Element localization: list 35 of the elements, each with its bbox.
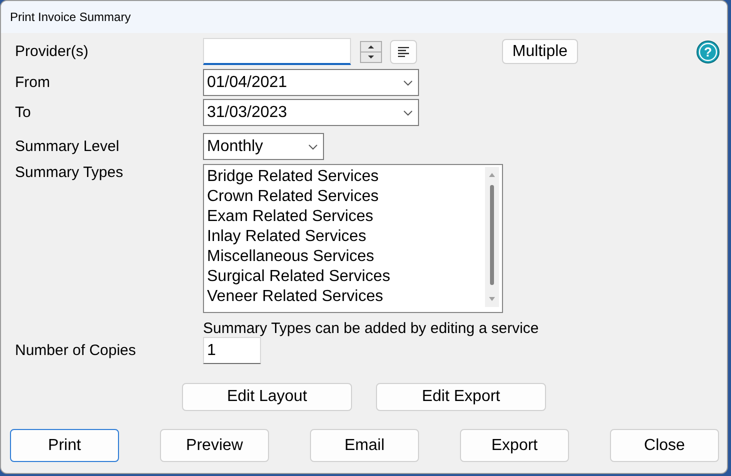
list-item[interactable]: Bridge Related Services [207, 167, 390, 187]
action-button[interactable]: Preview [160, 429, 269, 462]
field-label: Provider(s) [14, 43, 90, 60]
edit-button[interactable]: Edit Layout [182, 383, 352, 411]
align-left-icon [398, 46, 409, 56]
chevron-down-icon [403, 80, 413, 86]
chevron-down-icon [308, 144, 318, 150]
list-item[interactable]: Inlay Related Services [207, 227, 390, 247]
hint-text: Summary Types can be added by editing a service [203, 320, 539, 336]
copies-input-field[interactable]: 1 [203, 337, 261, 364]
list-item[interactable]: Exam Related Services [207, 207, 390, 227]
field-label: Summary Types [14, 164, 124, 181]
align-left-button[interactable] [390, 40, 417, 64]
list-item[interactable]: Veneer Related Services [207, 287, 390, 307]
action-button[interactable]: Export [460, 429, 569, 462]
action-button[interactable]: Close [610, 429, 719, 462]
field-label: Summary Level [14, 138, 120, 155]
action-button[interactable]: Email [310, 429, 419, 462]
window-title: Print Invoice Summary [10, 10, 131, 24]
scrollbar-drawing[interactable] [485, 167, 499, 307]
chevron-down-icon [403, 110, 413, 116]
spinner-control[interactable] [360, 40, 382, 62]
field-label: From [14, 74, 51, 91]
action-button[interactable]: Print [10, 429, 119, 462]
summary-level-dropdown[interactable]: Monthly [203, 133, 324, 160]
list-item[interactable]: Surgical Related Services [207, 267, 390, 287]
edit-button[interactable]: Edit Export [376, 383, 546, 411]
multiple-button[interactable]: Multiple [502, 39, 578, 64]
provider-input-field[interactable] [203, 38, 351, 65]
field-label: Number of Copies [14, 342, 137, 359]
from-date-dropdown[interactable]: 01/04/2021 [203, 69, 419, 96]
list-item[interactable]: Miscellaneous Services [207, 247, 390, 267]
list-item[interactable]: Crown Related Services [207, 187, 390, 207]
to-date-dropdown[interactable]: 31/03/2023 [203, 99, 419, 126]
field-label: To [14, 104, 32, 121]
